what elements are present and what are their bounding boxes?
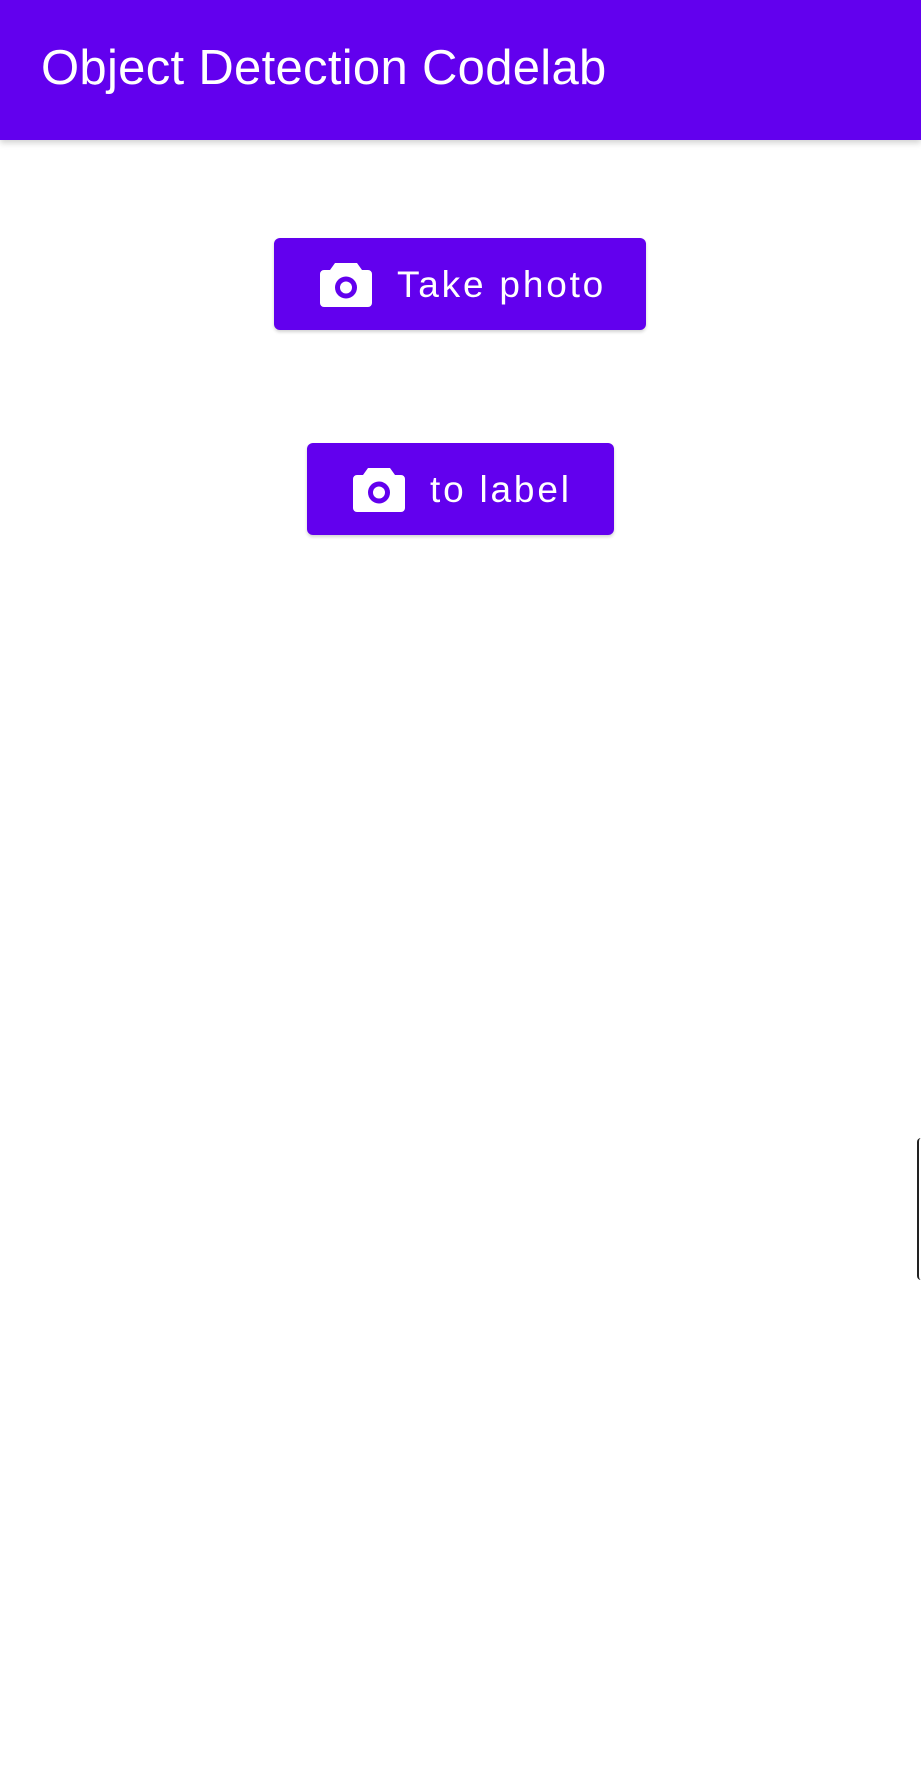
app-bar: Object Detection Codelab [0, 0, 921, 140]
to-label-button[interactable]: to label [307, 443, 614, 535]
app-title: Object Detection Codelab [41, 41, 607, 95]
take-photo-label: Take photo [397, 263, 607, 305]
edge-swipe-indicator [917, 1138, 921, 1280]
to-label-label: to label [430, 468, 572, 510]
take-photo-button[interactable]: Take photo [274, 238, 646, 330]
app-screen: Object Detection Codelab Take photo to l… [0, 0, 921, 1778]
camera-icon [353, 468, 405, 512]
camera-icon [320, 263, 372, 307]
